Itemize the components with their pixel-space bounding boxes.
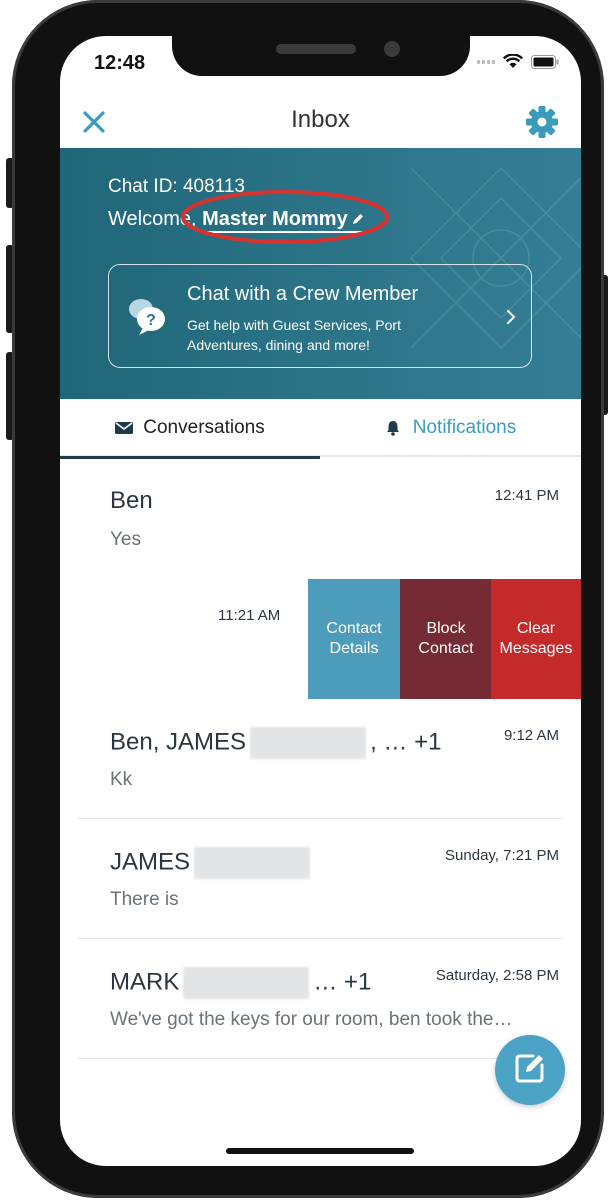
conversation-time: Saturday, 2:58 PM: [435, 967, 559, 984]
notch: [172, 36, 470, 76]
chat-bubbles-icon: ?: [127, 297, 169, 337]
conversation-name-line: MARK … +1: [110, 967, 371, 999]
welcome-prefix: Welcome,: [108, 208, 197, 230]
tab-notifications-label: Notifications: [412, 417, 517, 438]
screen: 12:48 Inbox Chat ID: 408113 Welcome, Mas…: [60, 36, 581, 1166]
conversation-name: JAMES: [110, 848, 191, 876]
conversation-preview: Yes: [110, 529, 141, 550]
conversation-name-line: Ben, JAMES , … +1: [110, 727, 441, 759]
compose-button[interactable]: [495, 1035, 565, 1105]
conversation-preview: Kk: [110, 769, 133, 790]
conversation-row[interactable]: MARK … +1 We've got the keys for our room…: [60, 939, 581, 1059]
header: Inbox: [60, 96, 581, 148]
status-icons: [477, 54, 559, 69]
wifi-icon: [503, 54, 523, 69]
camera: [384, 41, 400, 57]
hero-banner: Chat ID: 408113 Welcome, Master Mommy ?: [60, 148, 581, 399]
conversation-name-line: JAMES: [110, 847, 314, 879]
conversation-name: Ben, JAMES: [110, 728, 247, 756]
conversation-name: MARK: [110, 968, 180, 996]
envelope-icon: [115, 420, 134, 436]
conversation-row[interactable]: Ben Yes 12:41 PM: [60, 459, 581, 579]
clear-messages-button[interactable]: Clear Messages: [491, 579, 581, 699]
user-name: Master Mommy: [202, 208, 348, 230]
conversation-name: Ben: [110, 487, 153, 514]
tab-conversations-label: Conversations: [143, 417, 265, 438]
redacted-name: [194, 847, 311, 879]
participant-count: … +1: [313, 968, 372, 996]
phone-frame: 12:48 Inbox Chat ID: 408113 Welcome, Mas…: [12, 0, 604, 1198]
user-name-edit[interactable]: Master Mommy: [202, 208, 365, 233]
chat-id: Chat ID: 408113: [108, 176, 245, 197]
row-divider: [78, 1058, 563, 1059]
crew-card-title: Chat with a Crew Member: [187, 283, 419, 305]
conversation-preview: We've got the keys for our room, ben too…: [110, 1009, 513, 1030]
signal-icon: [477, 59, 495, 64]
svg-text:?: ?: [146, 312, 156, 329]
conversation-preview: There is: [110, 889, 179, 910]
conversation-row[interactable]: Ben, JAMES , … +1 Kk 9:12 AM: [60, 699, 581, 819]
compose-icon: [513, 1051, 547, 1090]
page-title: Inbox: [291, 106, 350, 133]
gear-icon[interactable]: [525, 105, 559, 139]
battery-icon: [531, 54, 559, 69]
conversation-time: 9:12 AM: [503, 727, 559, 744]
welcome-line: Welcome, Master Mommy: [108, 208, 365, 233]
contact-details-button[interactable]: Contact Details: [308, 579, 400, 699]
conversation-row-swiped[interactable]: 11:21 AM Contact Details Block Contact C…: [60, 579, 581, 699]
inbox-tabs: Conversations Notifications: [60, 399, 581, 459]
conversation-row[interactable]: JAMES There is Sunday, 7:21 PM: [60, 819, 581, 939]
redacted-name: [183, 967, 310, 999]
status-time: 12:48: [94, 52, 146, 74]
crew-card-subtitle: Get help with Guest Services, Port Adven…: [187, 317, 401, 353]
pencil-icon: [351, 209, 365, 224]
home-indicator: [226, 1148, 414, 1154]
conversation-time: 12:41 PM: [494, 487, 559, 504]
block-contact-button[interactable]: Block Contact: [400, 579, 492, 699]
conversation-time: 11:21 AM: [218, 607, 281, 624]
chevron-right-icon: [505, 307, 517, 327]
conversation-time: Sunday, 7:21 PM: [445, 847, 559, 864]
chat-with-crew-card[interactable]: ? Chat with a Crew Member Get help with …: [108, 264, 532, 368]
tab-notifications[interactable]: Notifications: [320, 399, 581, 457]
participant-count: , … +1: [370, 728, 442, 756]
redacted-name: [250, 727, 367, 759]
speaker: [276, 44, 356, 54]
bell-icon: [385, 420, 403, 436]
tab-conversations[interactable]: Conversations: [60, 399, 320, 459]
